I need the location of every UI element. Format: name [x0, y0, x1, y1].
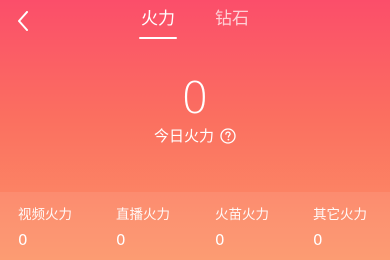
today-firepower-value: 0 — [181, 73, 209, 124]
tab-zuanshi[interactable]: 钻石 — [213, 6, 251, 36]
stat-live: 直播火力 0 — [116, 206, 170, 250]
help-button[interactable] — [220, 128, 236, 144]
today-firepower-label: 今日火力 — [153, 127, 214, 145]
tab-active-indicator — [139, 37, 177, 39]
firepower-breakdown: 视频火力 0 直播火力 0 火苗火力 0 其它火力 0 — [0, 192, 390, 260]
screen: 火力 钻石 0 今日火力 视频火力 0 直播火力 0 火苗火力 0 其它火力 0 — [0, 0, 390, 260]
stat-video: 视频火力 0 — [18, 206, 72, 250]
stat-sparks: 火苗火力 0 — [215, 206, 269, 250]
tab-zuanshi-label: 钻石 — [215, 9, 249, 29]
help-icon — [220, 128, 236, 144]
stat-other-value: 0 — [313, 231, 323, 249]
stat-sparks-label: 火苗火力 — [215, 207, 269, 223]
stat-video-value: 0 — [18, 231, 28, 249]
stat-live-label: 直播火力 — [116, 207, 170, 223]
stat-other: 其它火力 0 — [313, 206, 367, 250]
stat-other-label: 其它火力 — [313, 207, 367, 223]
stat-sparks-value: 0 — [215, 231, 225, 249]
tab-huoli-label: 火力 — [141, 9, 175, 29]
top-bar: 火力 钻石 — [0, 0, 390, 44]
tab-huoli[interactable]: 火力 — [139, 6, 177, 39]
today-firepower-label-row: 今日火力 — [0, 126, 390, 146]
tab-bar: 火力 钻石 — [0, 6, 390, 39]
stat-live-value: 0 — [116, 231, 126, 249]
stat-video-label: 视频火力 — [18, 207, 72, 223]
